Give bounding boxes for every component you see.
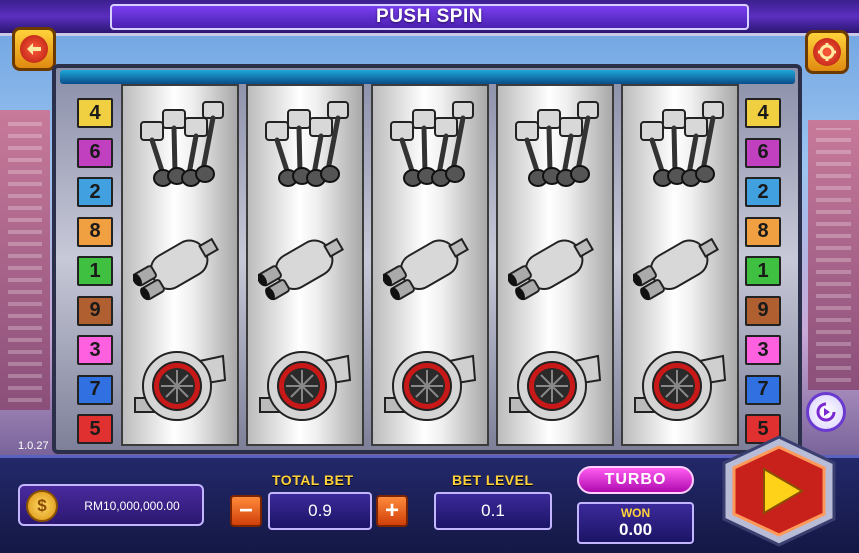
muffler-symbol (132, 216, 229, 316)
payline-marker: 8 (77, 216, 113, 247)
payline-marker: 3 (77, 335, 113, 365)
title-bar: PUSH SPIN (0, 0, 859, 36)
game-title: PUSH SPIN (376, 6, 483, 27)
muffler-symbol (632, 216, 729, 316)
muffler-symbol (507, 216, 604, 316)
turbo-symbol (133, 336, 229, 436)
bet-level-value[interactable]: 0.1 (434, 492, 552, 530)
total-bet-label: TOTAL BET (272, 472, 354, 488)
payline-marker: 9 (745, 295, 781, 326)
balance-box: $ RM10,000,000.00 (18, 484, 204, 526)
payline-marker: 8 (745, 216, 781, 247)
reel (496, 84, 614, 446)
turbo-symbol (508, 336, 604, 436)
payline-marker: 2 (77, 177, 113, 207)
reel (121, 84, 239, 446)
pistons-symbol (383, 96, 479, 196)
bet-decrease-button[interactable]: − (230, 495, 262, 527)
payline-marker: 1 (77, 256, 113, 286)
play-triangle-icon (722, 435, 836, 547)
payline-marker: 6 (77, 137, 113, 168)
turbo-symbol (633, 336, 729, 436)
payline-marker: 3 (745, 335, 781, 365)
settings-button[interactable] (805, 30, 849, 74)
payline-marker: 4 (745, 98, 781, 128)
turbo-button[interactable]: TURBO (577, 466, 694, 494)
turbo-symbol (383, 336, 479, 436)
payline-marker: 2 (745, 177, 781, 207)
bet-level-label: BET LEVEL (452, 472, 534, 488)
muffler-symbol (382, 216, 479, 316)
game-screen: PUSH SPIN 462819375 462819375 1.0.27 $ R… (0, 0, 859, 553)
background-building-left (0, 110, 50, 410)
gear-icon (813, 38, 841, 66)
payline-marker: 5 (77, 414, 113, 444)
total-bet-value: 0.9 (268, 492, 372, 530)
payline-marker: 7 (77, 374, 113, 405)
pistons-symbol (133, 96, 229, 196)
payline-marker: 7 (745, 374, 781, 405)
autoplay-icon (816, 402, 836, 422)
muffler-symbol (257, 216, 354, 316)
pistons-symbol (508, 96, 604, 196)
version-label: 1.0.27 (18, 440, 49, 452)
balance-amount: RM10,000,000.00 (84, 499, 180, 513)
payline-marker: 9 (77, 295, 113, 326)
bet-increase-button[interactable]: + (376, 495, 408, 527)
reel (246, 84, 364, 446)
turbo-symbol (258, 336, 354, 436)
payline-marker: 6 (745, 137, 781, 168)
payline-marker: 4 (77, 98, 113, 128)
back-arrow-icon (20, 35, 48, 63)
back-button[interactable] (12, 27, 56, 71)
pistons-symbol (633, 96, 729, 196)
reel-frame-top-strip (60, 70, 795, 84)
reel (621, 84, 739, 446)
won-box: WON 0.00 (577, 502, 694, 544)
reel (371, 84, 489, 446)
spin-button[interactable] (720, 435, 838, 547)
pistons-symbol (258, 96, 354, 196)
autoplay-button[interactable] (806, 392, 846, 432)
background-building-right (808, 120, 859, 390)
payline-marker: 1 (745, 256, 781, 286)
won-label: WON (620, 506, 651, 520)
coin-icon: $ (26, 490, 58, 522)
won-value: 0.00 (618, 520, 653, 539)
